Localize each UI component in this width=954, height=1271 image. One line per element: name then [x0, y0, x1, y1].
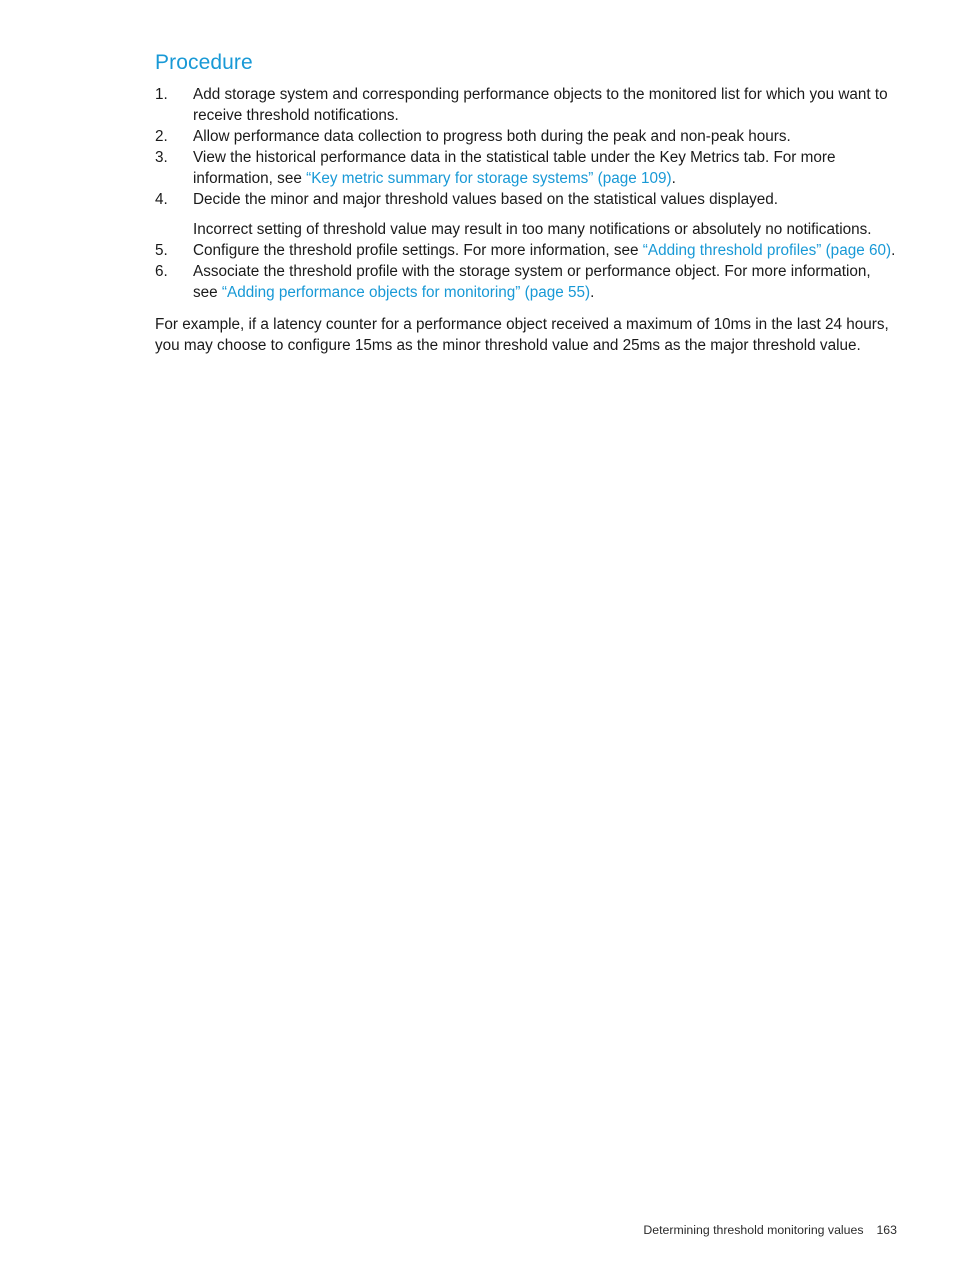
- list-item: 3. View the historical performance data …: [155, 147, 897, 189]
- list-item: 1. Add storage system and corresponding …: [155, 84, 897, 126]
- list-item-text-lead: Configure the threshold profile settings…: [193, 242, 643, 259]
- footer-page-number: 163: [876, 1223, 897, 1237]
- list-item-number: 5.: [155, 242, 168, 259]
- cross-reference-link-adding-threshold-profiles[interactable]: “Adding threshold profiles” (page 60): [643, 242, 891, 259]
- page-content: Procedure 1. Add storage system and corr…: [155, 50, 897, 371]
- list-item-number: 4.: [155, 191, 168, 208]
- list-item-text: Add storage system and corresponding per…: [193, 86, 888, 124]
- list-item-text-tail: .: [590, 284, 595, 301]
- cross-reference-link-key-metric-summary[interactable]: “Key metric summary for storage systems”…: [306, 170, 672, 187]
- list-item-text: Associate the threshold profile with the…: [193, 261, 897, 303]
- list-item: 5. Configure the threshold profile setti…: [155, 240, 897, 261]
- procedure-list: 1. Add storage system and corresponding …: [155, 84, 897, 303]
- page-footer: Determining threshold monitoring values 1…: [155, 1222, 897, 1238]
- list-item: 4. Decide the minor and major threshold …: [155, 189, 897, 240]
- footer-chapter-title: Determining threshold monitoring values: [643, 1223, 864, 1237]
- example-paragraph: For example, if a latency counter for a …: [155, 316, 889, 354]
- list-item-number: 3.: [155, 149, 168, 166]
- page-title: Procedure: [155, 51, 253, 74]
- list-item-number: 6.: [155, 263, 168, 280]
- list-item-text: Allow performance data collection to pro…: [193, 128, 791, 145]
- document-page: Procedure 1. Add storage system and corr…: [0, 0, 954, 1271]
- list-item-sub-paragraph: Incorrect setting of threshold value may…: [193, 221, 872, 238]
- list-item-text: Decide the minor and major threshold val…: [193, 191, 779, 208]
- list-item: 2. Allow performance data collection to …: [155, 126, 897, 147]
- cross-reference-link-adding-performance-objects[interactable]: “Adding performance objects for monitori…: [222, 284, 590, 301]
- list-item: 6. Associate the threshold profile with …: [155, 261, 897, 303]
- list-item-number: 2.: [155, 128, 168, 145]
- list-item-text: View the historical performance data in …: [193, 147, 897, 189]
- list-item-number: 1.: [155, 86, 168, 103]
- list-item-text: Configure the threshold profile settings…: [193, 240, 897, 261]
- list-item-text-tail: .: [671, 170, 676, 187]
- list-item-text-tail: .: [891, 242, 896, 259]
